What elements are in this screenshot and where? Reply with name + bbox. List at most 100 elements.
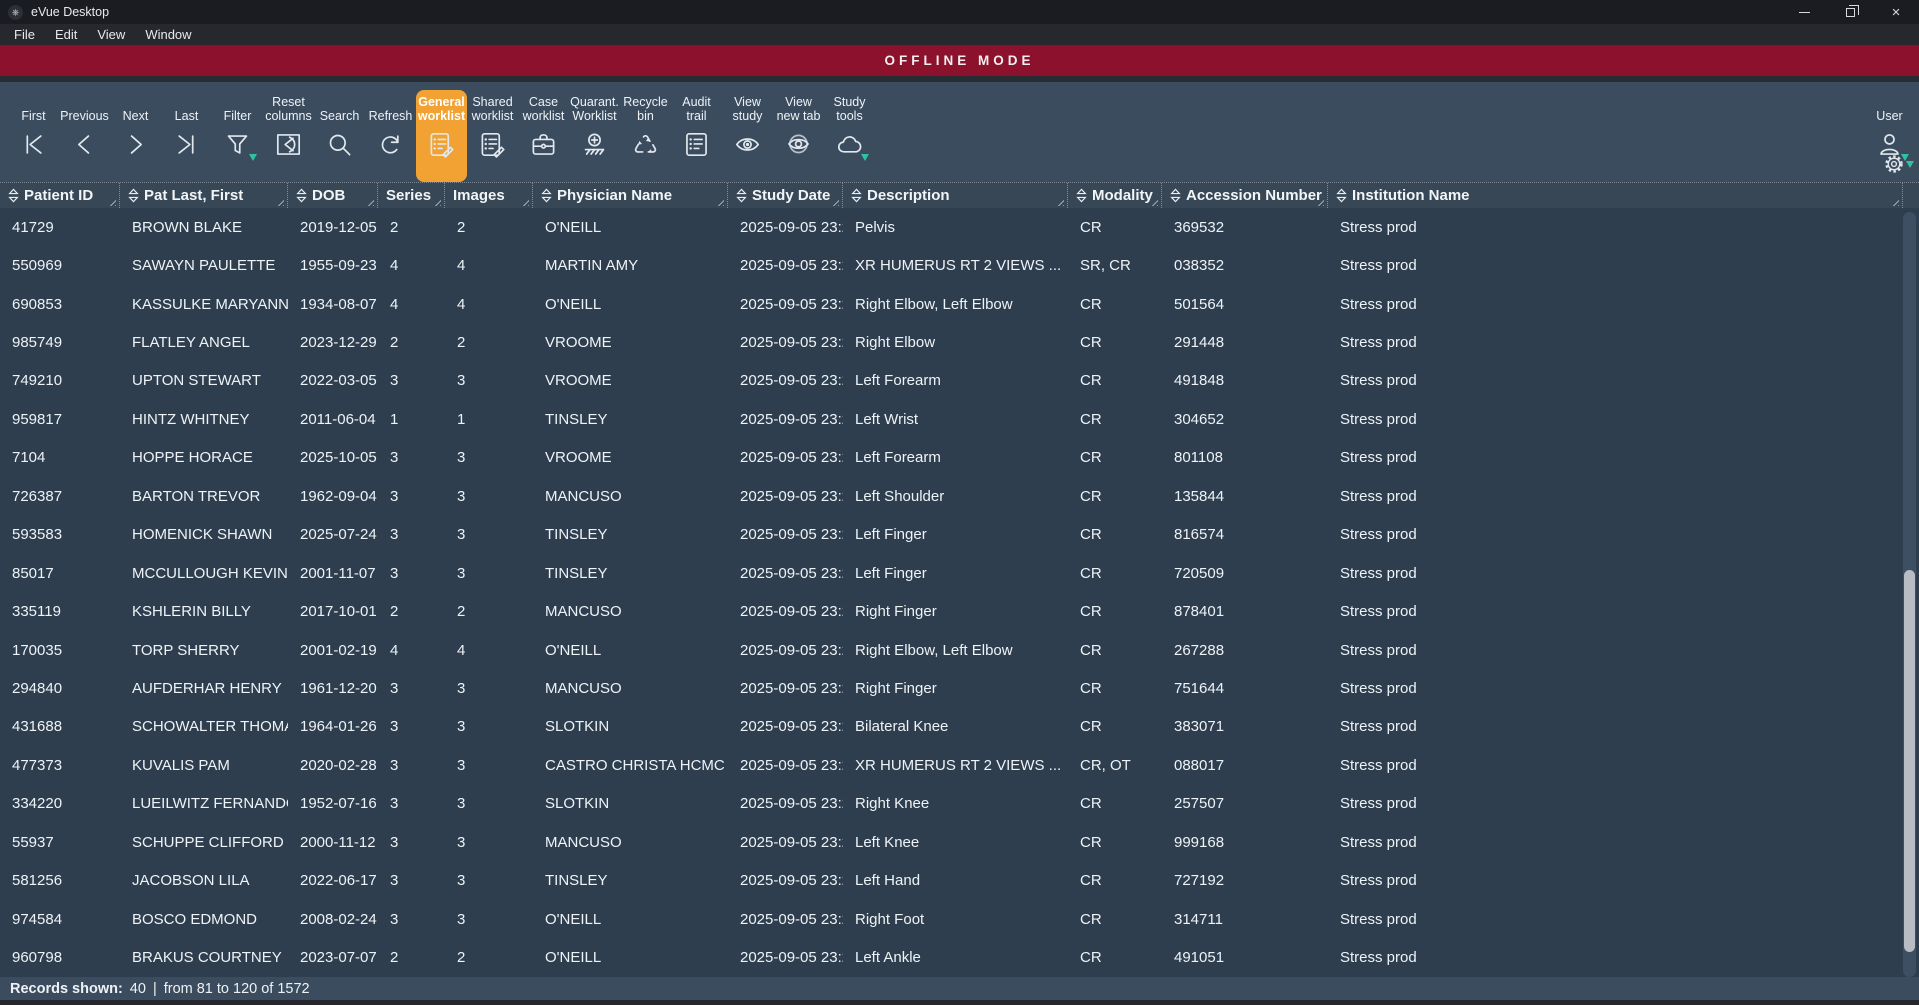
general-worklist-button[interactable]: General worklist bbox=[416, 90, 467, 182]
table-cell-physician-name: TINSLEY bbox=[533, 565, 728, 582]
table-row[interactable]: 431688SCHOWALTER THOMAS1964-01-2633SLOTK… bbox=[0, 708, 1919, 746]
table-row[interactable]: 41729BROWN BLAKE2019-12-0522O'NEILL2025-… bbox=[0, 208, 1919, 246]
vertical-scrollbar[interactable] bbox=[1903, 212, 1916, 977]
table-cell-description: Right Finger bbox=[843, 680, 1068, 697]
column-header-physician-name[interactable]: Physician Name bbox=[533, 183, 728, 208]
column-settings-button[interactable] bbox=[1882, 152, 1914, 176]
quarantine-worklist-button[interactable]: Quarant. Worklist bbox=[569, 90, 620, 182]
table-row[interactable]: 55937SCHUPPE CLIFFORD2000-11-1233MANCUSO… bbox=[0, 823, 1919, 861]
table-cell-images: 2 bbox=[445, 949, 533, 966]
restore-button[interactable] bbox=[1827, 0, 1873, 24]
table-cell-physician-name: MARTIN AMY bbox=[533, 257, 728, 274]
table-cell-pat-last-first: KSHLERIN BILLY bbox=[120, 603, 288, 620]
table-cell-pat-last-first: BOSCO EDMOND bbox=[120, 911, 288, 928]
table-cell-study-date: 2025-09-05 23:29 bbox=[728, 296, 843, 313]
table-row[interactable]: 477373KUVALIS PAM2020-02-2833CASTRO CHRI… bbox=[0, 746, 1919, 784]
column-header-study-date[interactable]: Study Date bbox=[728, 183, 843, 208]
recycle-bin-button[interactable]: Recycle bin bbox=[620, 90, 671, 182]
table-cell-physician-name: O'NEILL bbox=[533, 296, 728, 313]
first-button[interactable]: First bbox=[8, 90, 59, 182]
column-header-patient-id[interactable]: Patient ID bbox=[0, 183, 120, 208]
offline-mode-banner: OFFLINE MODE bbox=[0, 45, 1919, 76]
menu-edit[interactable]: Edit bbox=[45, 24, 87, 45]
close-button[interactable]: × bbox=[1873, 0, 1919, 24]
column-header-images[interactable]: Images bbox=[445, 183, 533, 208]
table-row[interactable]: 985749FLATLEY ANGEL2023-12-2922VROOME202… bbox=[0, 323, 1919, 361]
study-tools-button[interactable]: Study tools bbox=[824, 90, 875, 182]
table-cell-series: 3 bbox=[378, 488, 445, 505]
table-cell-dob: 2011-06-04 bbox=[288, 411, 378, 428]
table-row[interactable]: 334220LUEILWITZ FERNANDO1952-07-1633SLOT… bbox=[0, 785, 1919, 823]
table-row[interactable]: 550969SAWAYN PAULETTE1955-09-2344MARTIN … bbox=[0, 246, 1919, 284]
shared-worklist-icon bbox=[479, 126, 506, 162]
table-cell-modality: CR bbox=[1068, 680, 1162, 697]
column-header-dob[interactable]: DOB bbox=[288, 183, 378, 208]
table-cell-series: 3 bbox=[378, 526, 445, 543]
table-row[interactable]: 170035TORP SHERRY2001-02-1944O'NEILL2025… bbox=[0, 631, 1919, 669]
table-cell-description: Right Elbow bbox=[843, 334, 1068, 351]
sort-icon bbox=[128, 188, 139, 203]
table-cell-modality: CR bbox=[1068, 449, 1162, 466]
table-row[interactable]: 294840AUFDERHAR HENRY1961-12-2033MANCUSO… bbox=[0, 669, 1919, 707]
table-cell-patient-id: 85017 bbox=[0, 565, 120, 582]
view-new-tab-button[interactable]: View new tab bbox=[773, 90, 824, 182]
column-header-modality[interactable]: Modality bbox=[1068, 183, 1162, 208]
table-row[interactable]: 749210UPTON STEWART2022-03-0533VROOME202… bbox=[0, 362, 1919, 400]
table-cell-modality: CR bbox=[1068, 565, 1162, 582]
table-row[interactable]: 593583HOMENICK SHAWN2025-07-2433TINSLEY2… bbox=[0, 516, 1919, 554]
table-cell-description: Left Forearm bbox=[843, 449, 1068, 466]
table-row[interactable]: 335119KSHLERIN BILLY2017-10-0122MANCUSO2… bbox=[0, 592, 1919, 630]
table-cell-images: 2 bbox=[445, 219, 533, 236]
column-header-series[interactable]: Series bbox=[378, 183, 445, 208]
last-button[interactable]: Last bbox=[161, 90, 212, 182]
table-cell-series: 4 bbox=[378, 257, 445, 274]
minimize-button[interactable] bbox=[1781, 0, 1827, 24]
case-worklist-button[interactable]: Case worklist bbox=[518, 90, 569, 182]
table-body: 41729BROWN BLAKE2019-12-0522O'NEILL2025-… bbox=[0, 208, 1919, 977]
column-header-pat-last-first[interactable]: Pat Last, First bbox=[120, 183, 288, 208]
previous-button[interactable]: Previous bbox=[59, 90, 110, 182]
table-cell-images: 2 bbox=[445, 334, 533, 351]
table-row[interactable]: 7104HOPPE HORACE2025-10-0533VROOME2025-0… bbox=[0, 439, 1919, 477]
table-cell-study-date: 2025-09-05 23:28 bbox=[728, 911, 843, 928]
reset-columns-button[interactable]: Reset columns bbox=[263, 90, 314, 182]
table-cell-images: 4 bbox=[445, 257, 533, 274]
table-cell-modality: CR bbox=[1068, 296, 1162, 313]
table-cell-modality: CR bbox=[1068, 526, 1162, 543]
menu-bar: File Edit View Window bbox=[0, 24, 1919, 45]
table-cell-patient-id: 985749 bbox=[0, 334, 120, 351]
table-row[interactable]: 960798BRAKUS COURTNEY2023-07-0722O'NEILL… bbox=[0, 938, 1919, 976]
table-row[interactable]: 85017MCCULLOUGH KEVIN2001-11-0733TINSLEY… bbox=[0, 554, 1919, 592]
menu-view[interactable]: View bbox=[87, 24, 135, 45]
filter-button[interactable]: Filter bbox=[212, 90, 263, 182]
audit-trail-button[interactable]: Audit trail bbox=[671, 90, 722, 182]
view-study-button[interactable]: View study bbox=[722, 90, 773, 182]
table-cell-physician-name: O'NEILL bbox=[533, 911, 728, 928]
table-cell-series: 3 bbox=[378, 372, 445, 389]
column-label: Accession Number bbox=[1186, 187, 1322, 204]
next-button[interactable]: Next bbox=[110, 90, 161, 182]
menu-file[interactable]: File bbox=[4, 24, 45, 45]
table-cell-dob: 2008-02-24 bbox=[288, 911, 378, 928]
quarantine-worklist-icon bbox=[581, 126, 608, 162]
shared-worklist-button[interactable]: Shared worklist bbox=[467, 90, 518, 182]
column-header-description[interactable]: Description bbox=[843, 183, 1068, 208]
refresh-button[interactable]: Refresh bbox=[365, 90, 416, 182]
table-row[interactable]: 581256JACOBSON LILA2022-06-1733TINSLEY20… bbox=[0, 861, 1919, 899]
search-button[interactable]: Search bbox=[314, 90, 365, 182]
table-cell-institution-name: Stress prod bbox=[1328, 603, 1919, 620]
column-header-institution-name[interactable]: Institution Name bbox=[1328, 183, 1903, 208]
table-row[interactable]: 726387BARTON TREVOR1962-09-0433MANCUSO20… bbox=[0, 477, 1919, 515]
table-cell-series: 3 bbox=[378, 795, 445, 812]
table-row[interactable]: 690853KASSULKE MARYANN1934-08-0744O'NEIL… bbox=[0, 285, 1919, 323]
table-cell-study-date: 2025-09-05 23:28 bbox=[728, 872, 843, 889]
table-cell-physician-name: SLOTKIN bbox=[533, 795, 728, 812]
table-row[interactable]: 974584BOSCO EDMOND2008-02-2433O'NEILL202… bbox=[0, 900, 1919, 938]
table-cell-images: 4 bbox=[445, 642, 533, 659]
scrollbar-thumb[interactable] bbox=[1904, 570, 1915, 952]
menu-window[interactable]: Window bbox=[135, 24, 201, 45]
records-shown-label: Records shown: bbox=[10, 981, 123, 997]
table-row[interactable]: 959817HINTZ WHITNEY2011-06-0411TINSLEY20… bbox=[0, 400, 1919, 438]
table-cell-institution-name: Stress prod bbox=[1328, 449, 1919, 466]
column-header-accession-number[interactable]: Accession Number bbox=[1162, 183, 1328, 208]
